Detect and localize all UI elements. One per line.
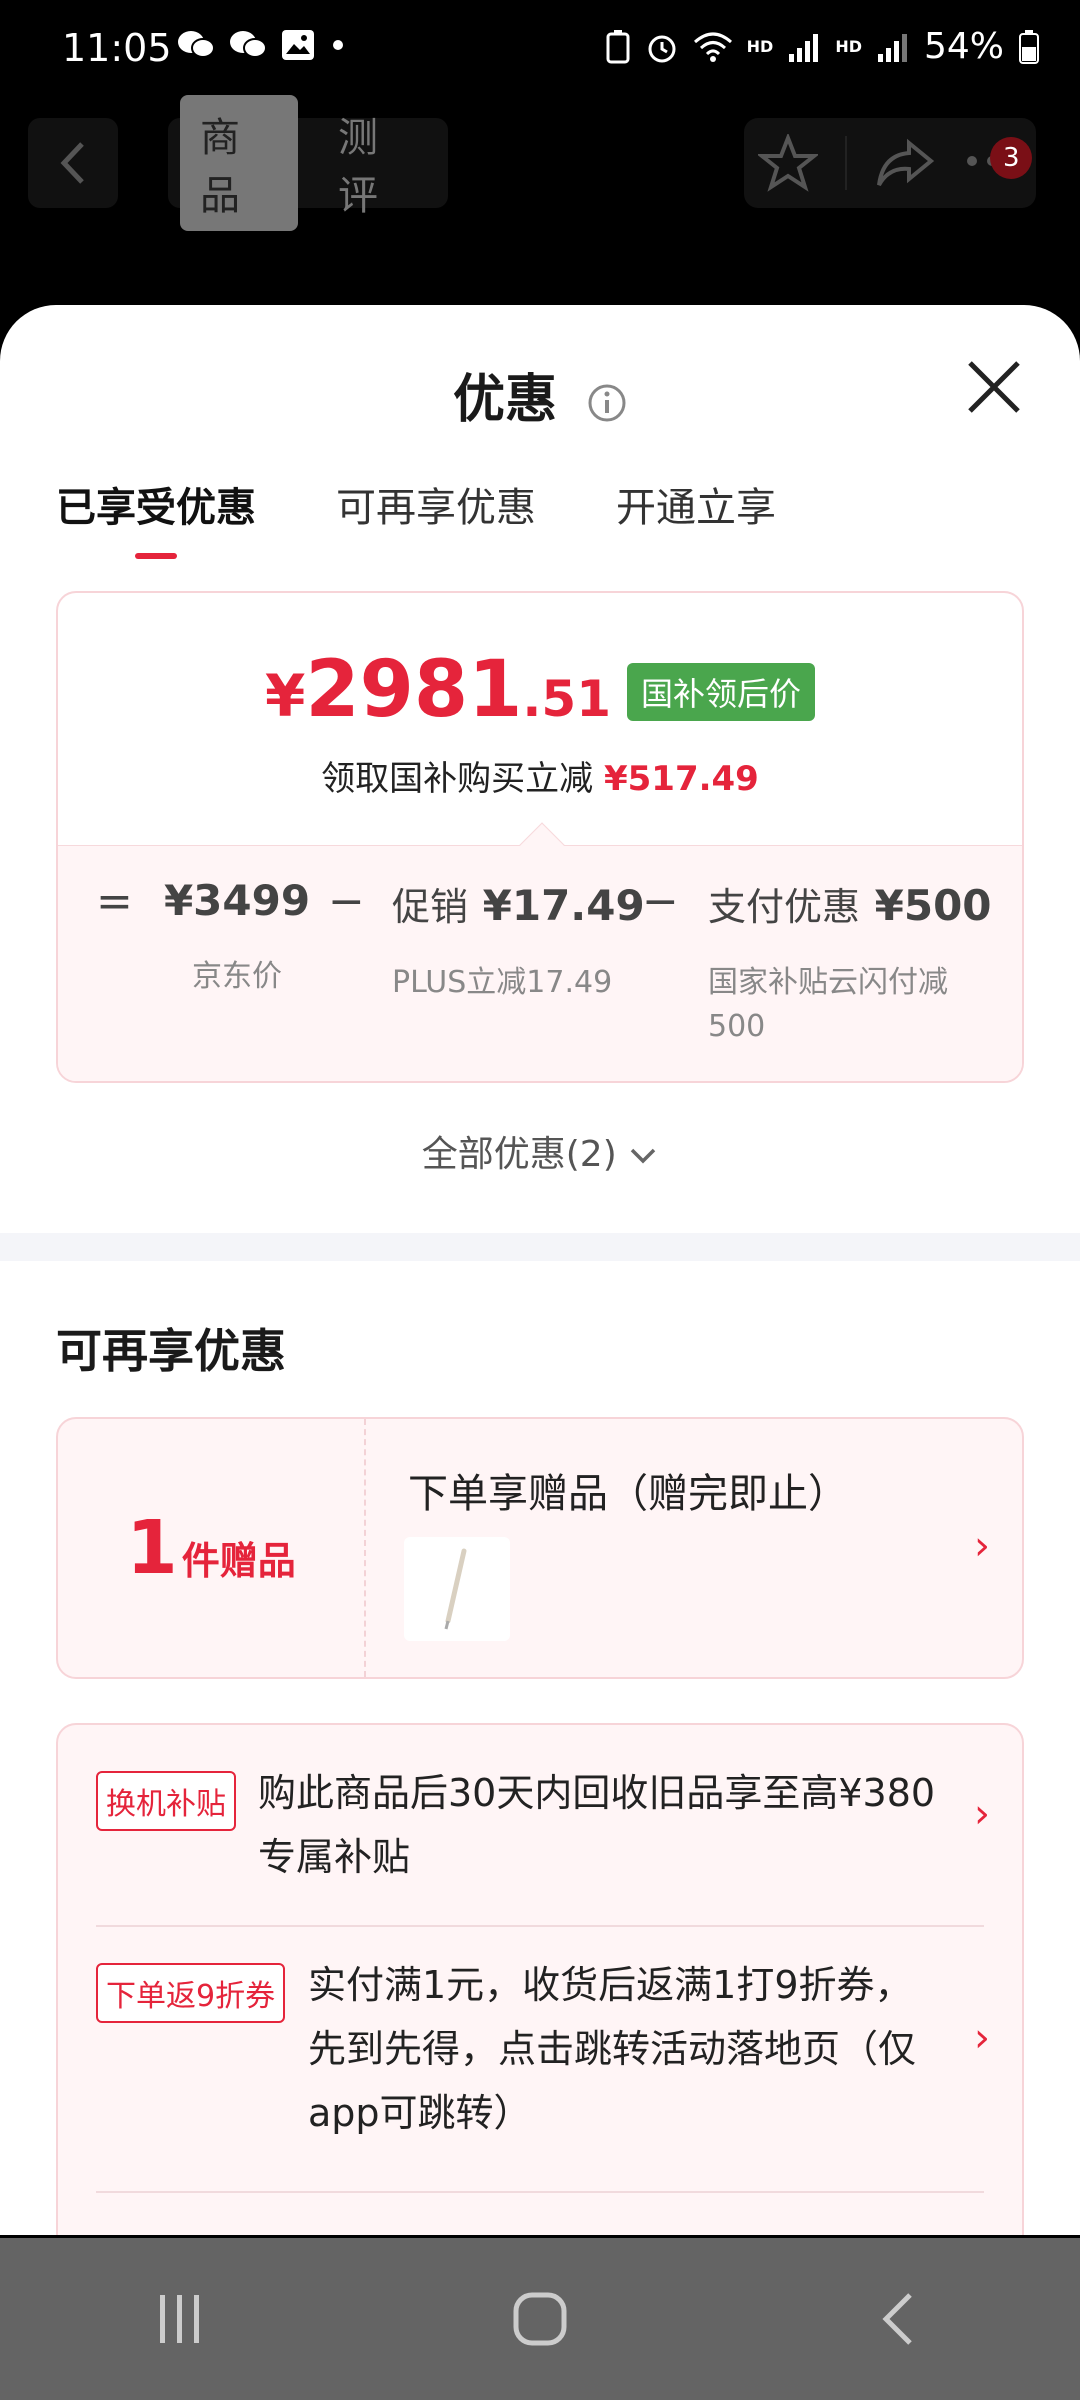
- sheet-title-text: 优惠: [452, 370, 557, 430]
- wechat-icon: [178, 31, 215, 58]
- battery-percent: 54%: [923, 26, 1004, 67]
- notification-icons: [176, 28, 348, 62]
- dot-icon: [333, 40, 343, 50]
- wechat-icon-2: [230, 31, 267, 58]
- star-icon[interactable]: [757, 134, 818, 192]
- stylus-icon: [444, 1548, 467, 1630]
- gift-title: 下单享赠品（赠完即止）: [408, 1471, 848, 1517]
- gift-count-number: 1: [126, 1505, 178, 1591]
- price-subtext: 领取国补购买立减 ¥517.49: [58, 751, 1022, 800]
- tab-product[interactable]: 商品: [180, 95, 298, 231]
- notification-badge: 3: [990, 137, 1033, 179]
- product-tabs: 商品 测评: [168, 95, 448, 231]
- signal-icon: [789, 33, 819, 62]
- coupon-row-cashback[interactable]: 下单返9折券 实付满1元，收货后返满1打9折券，先到先得，点击跳转活动落地页（仅…: [96, 1953, 990, 2163]
- subsidy-text: 领取国补购买立减: [321, 759, 594, 799]
- nav-actions: 3: [744, 118, 1036, 208]
- battery-icon: [1019, 29, 1039, 64]
- section-divider: [0, 1233, 1080, 1261]
- promo-amount: ¥17.49: [482, 881, 645, 930]
- tab-activate-offers[interactable]: 开通立享: [616, 475, 776, 559]
- home-icon[interactable]: [510, 2289, 570, 2349]
- status-right: HD HD 54%: [605, 26, 1040, 67]
- battery-saver-icon: [606, 29, 630, 63]
- final-price-value: ¥2981.51: [265, 651, 611, 729]
- equals-sign: =: [96, 876, 133, 927]
- breakdown-payment: 支付优惠 ¥500 国家补贴云闪付减500: [708, 876, 998, 1048]
- jd-price-value: ¥3499: [163, 876, 311, 925]
- payment-value: 支付优惠 ¥500: [708, 876, 998, 931]
- jd-price-caption: 京东价: [192, 959, 282, 994]
- status-time: 11:05: [62, 26, 172, 70]
- all-offers-label: 全部优惠(2): [421, 1134, 617, 1175]
- more-button[interactable]: 3: [962, 137, 1033, 179]
- promo-value: 促销 ¥17.49: [392, 876, 645, 931]
- breakdown-jd-price: ¥3499 京东价: [162, 876, 312, 999]
- payment-amount: ¥500: [874, 881, 992, 930]
- sheet-title: 优惠: [0, 357, 1080, 432]
- subsidy-price-tag: 国补领后价: [627, 663, 816, 721]
- promo-caption: PLUS立减17.49: [392, 965, 613, 1000]
- recents-icon[interactable]: [150, 2289, 210, 2349]
- final-price: ¥2981.51 国补领后价: [58, 651, 1022, 729]
- hd-label: HD: [746, 37, 774, 56]
- chevron-left-icon: [60, 142, 84, 184]
- tab-review[interactable]: 测评: [318, 95, 436, 231]
- close-icon[interactable]: [964, 357, 1024, 417]
- nav-divider: [845, 136, 848, 190]
- minus-sign: −: [328, 876, 365, 927]
- price-decimal: .51: [522, 670, 611, 728]
- price-card: ¥2981.51 国补领后价 领取国补购买立减 ¥517.49 = ¥3499 …: [56, 591, 1024, 1083]
- tab-more-offers[interactable]: 可再享优惠: [336, 475, 536, 559]
- currency-symbol: ¥: [264, 662, 306, 730]
- signal-icon-2: [877, 33, 907, 62]
- status-bar: 11:05 HD HD 54%: [0, 0, 1080, 100]
- price-integer: 2981: [305, 645, 523, 735]
- info-icon[interactable]: [587, 383, 627, 423]
- alarm-icon: [648, 35, 676, 62]
- coupon-tag-cashback: 下单返9折券: [96, 1963, 286, 2023]
- row-divider-2: [96, 2191, 984, 2193]
- back-icon[interactable]: [870, 2289, 930, 2349]
- hd-label-2: HD: [835, 37, 862, 56]
- minus-sign-2: −: [642, 876, 679, 927]
- gift-count: 1 件赠品: [58, 1419, 366, 1677]
- share-icon[interactable]: [875, 137, 935, 189]
- coupon-tag-tradein: 换机补贴: [96, 1771, 236, 1831]
- payment-caption: 国家补贴云闪付减500: [708, 965, 948, 1044]
- coupon-text-cashback: 实付满1元，收货后返满1打9折券，先到先得，点击跳转活动落地页（仅app可跳转）: [308, 1963, 917, 2135]
- system-nav-bar: [0, 2238, 1080, 2400]
- gallery-icon: [282, 30, 314, 60]
- price-breakdown: = ¥3499 京东价 − 促销 ¥17.49 PLUS立减17.49 − 支付…: [58, 845, 1022, 1081]
- gift-card[interactable]: 1 件赠品 下单享赠品（赠完即止） ›: [56, 1417, 1024, 1679]
- discount-sheet: 优惠 已享受优惠 可再享优惠 开通立享 ¥2981.51 国补领后价 领取国补购…: [0, 305, 1080, 2235]
- top-nav: 商品 测评 3: [0, 95, 1080, 305]
- row-divider: [96, 1925, 984, 1927]
- gift-thumbnail: [404, 1537, 510, 1641]
- coupon-text-tradein: 购此商品后30天内回收旧品享至高¥380专属补贴: [258, 1771, 936, 1879]
- coupon-card: 换机补贴 购此商品后30天内回收旧品享至高¥380专属补贴 › 下单返9折券 实…: [56, 1723, 1024, 2235]
- tab-enjoyed-offers[interactable]: 已享受优惠: [56, 475, 256, 559]
- chevron-right-icon-2: ›: [974, 1791, 990, 1837]
- wifi-icon: [693, 32, 732, 62]
- promo-label: 促销: [392, 885, 469, 929]
- payment-label: 支付优惠: [708, 885, 861, 929]
- all-offers-toggle[interactable]: 全部优惠(2): [0, 1125, 1080, 1177]
- chevron-right-icon: ›: [974, 1523, 990, 1569]
- subsidy-amount: ¥517.49: [603, 759, 759, 799]
- chevron-down-icon: [630, 1148, 656, 1164]
- breakdown-promo: 促销 ¥17.49 PLUS立减17.49: [392, 876, 645, 1005]
- gift-count-unit: 件赠品: [181, 1538, 296, 1583]
- coupon-row-tradein[interactable]: 换机补贴 购此商品后30天内回收旧品享至高¥380专属补贴 ›: [96, 1761, 990, 1911]
- discount-tabs: 已享受优惠 可再享优惠 开通立享: [56, 475, 776, 559]
- chevron-right-icon-3: ›: [974, 2015, 990, 2061]
- section-title: 可再享优惠: [56, 1324, 286, 1378]
- back-button[interactable]: [28, 118, 118, 208]
